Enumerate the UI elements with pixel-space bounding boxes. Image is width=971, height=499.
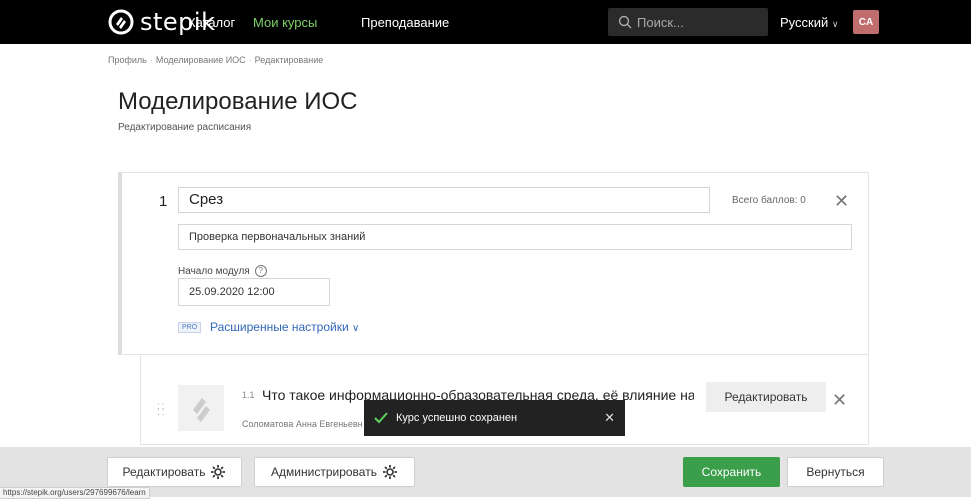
lesson-close-icon[interactable]: ✕	[832, 391, 847, 409]
lesson-number: 1.1	[242, 390, 255, 400]
lesson-author: Соломатова Анна Евгеньевна	[242, 419, 362, 429]
nav-catalog[interactable]: Каталог	[188, 15, 235, 30]
module-number: 1	[159, 193, 168, 210]
language-dropdown[interactable]: Русский ∨	[780, 15, 838, 30]
module-start-label-text: Начало модуля	[178, 265, 250, 277]
nav-teaching[interactable]: Преподавание	[361, 15, 449, 30]
advanced-settings-label: Расширенные настройки	[210, 320, 349, 334]
breadcrumb-item[interactable]: Моделирование ИОС	[156, 55, 246, 65]
top-navbar: stepik Каталог Мои курсы Преподавание По…	[0, 0, 971, 44]
page-title: Моделирование ИОС	[118, 88, 358, 115]
module-start-label: Начало модуля ?	[178, 265, 267, 277]
module-title-input[interactable]: Срез	[178, 187, 710, 213]
help-icon[interactable]: ?	[254, 265, 267, 277]
lesson-edit-button[interactable]: Редактировать	[706, 382, 826, 412]
language-label: Русский	[780, 15, 829, 30]
breadcrumb-item[interactable]: Профиль	[108, 55, 147, 65]
checkmark-icon	[374, 412, 388, 424]
pro-badge: PRO	[178, 322, 202, 333]
gear-icon	[382, 465, 397, 479]
edit-course-button[interactable]: Редактировать	[107, 457, 242, 487]
breadcrumb-item: Редактирование	[254, 55, 324, 65]
lesson-thumbnail	[178, 385, 224, 431]
stepik-logo-icon	[108, 9, 134, 35]
save-button[interactable]: Сохранить	[683, 457, 780, 487]
success-toast: Курс успешно сохранен ✕	[364, 400, 625, 436]
chevron-down-icon: ∨	[831, 19, 839, 29]
avatar[interactable]: CA	[853, 10, 879, 34]
module-close-icon[interactable]: ✕	[834, 192, 849, 210]
advanced-settings-link[interactable]: Расширенные настройки ∨	[210, 320, 359, 334]
administer-course-button[interactable]: Администрировать	[254, 457, 415, 487]
chevron-down-icon: ∨	[352, 323, 360, 334]
drag-handle-icon[interactable]: ::::	[157, 402, 167, 418]
administer-course-label: Администрировать	[271, 465, 377, 479]
back-button[interactable]: Вернуться	[787, 457, 884, 487]
module-start-date-input[interactable]: 25.09.2020 12:00	[178, 278, 330, 306]
module-description-input[interactable]: Проверка первоначальных знаний	[178, 224, 852, 250]
nav-my-courses[interactable]: Мои курсы	[253, 15, 317, 30]
breadcrumb-separator: ·	[149, 55, 153, 65]
browser-status-url: https://stepik.org/users/297699676/learn	[0, 487, 150, 499]
page-subtitle: Редактирование расписания	[118, 122, 252, 133]
stepik-placeholder-icon	[193, 398, 210, 422]
breadcrumb: Профиль · Моделирование ИОС · Редактирование	[108, 55, 323, 65]
search-placeholder: Поиск...	[637, 14, 684, 30]
toast-message: Курс успешно сохранен	[396, 412, 518, 424]
search-input[interactable]: Поиск...	[608, 8, 768, 36]
toast-close-icon[interactable]: ✕	[604, 410, 615, 426]
search-icon	[618, 15, 632, 29]
module-score: Всего баллов: 0	[732, 195, 806, 206]
edit-course-label: Редактировать	[122, 465, 206, 479]
breadcrumb-separator: ·	[248, 55, 252, 65]
gear-icon	[211, 465, 226, 479]
